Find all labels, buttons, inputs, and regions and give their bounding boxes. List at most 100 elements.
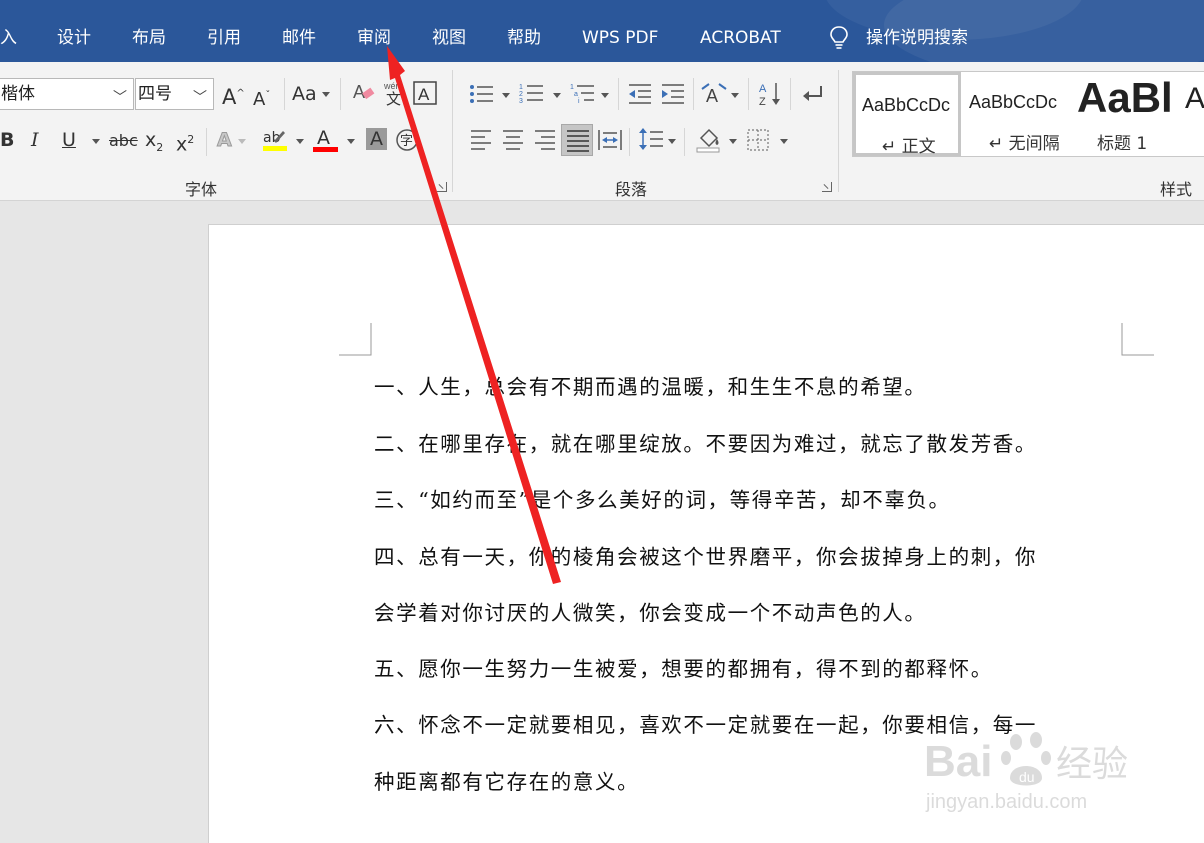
paragraph-line[interactable]: 五、愿你一生努力一生被爱，想要的都拥有，得不到的都释怀。 bbox=[374, 652, 993, 682]
chevron-down-icon[interactable] bbox=[347, 139, 355, 144]
italic-button[interactable]: I bbox=[31, 128, 39, 152]
font-color-bar bbox=[313, 147, 338, 152]
font-dialog-launcher-icon[interactable] bbox=[437, 182, 447, 192]
paragraph-line[interactable]: 三、“如约而至”是个多么美好的词，等得辛苦，却不辜负。 bbox=[374, 483, 951, 513]
tab-references[interactable]: 引用 bbox=[207, 27, 241, 49]
borders-icon[interactable] bbox=[746, 128, 770, 152]
chevron-down-icon[interactable] bbox=[668, 139, 676, 144]
tab-insert[interactable]: 入 bbox=[0, 27, 17, 49]
chevron-down-icon[interactable] bbox=[296, 139, 304, 144]
paragraph-line[interactable]: 二、在哪里存在，就在哪里绽放。不要因为难过，就忘了散发芳香。 bbox=[374, 427, 1037, 457]
tab-wps-pdf[interactable]: WPS PDF bbox=[582, 27, 658, 49]
chevron-down-icon[interactable] bbox=[322, 92, 330, 97]
font-name-combobox[interactable]: 楷体 ﹀ bbox=[0, 78, 134, 110]
svg-text:1: 1 bbox=[519, 84, 523, 91]
styles-gallery[interactable]: AaBbCcDc ↵ 正文 AaBbCcDc ↵ 无间隔 AaBl 标题 1 A bbox=[852, 71, 1204, 157]
separator bbox=[790, 78, 791, 110]
tab-help[interactable]: 帮助 bbox=[507, 27, 541, 49]
align-right-icon[interactable] bbox=[533, 128, 557, 152]
style-sample: A bbox=[1185, 82, 1204, 115]
separator bbox=[748, 78, 749, 110]
show-paragraph-marks-icon[interactable] bbox=[799, 82, 825, 106]
tab-review[interactable]: 审阅 bbox=[357, 27, 391, 49]
justify-icon bbox=[567, 130, 589, 152]
style-sample: AaBl bbox=[1077, 74, 1173, 121]
style-name: 标题 1 bbox=[1097, 134, 1148, 154]
chevron-down-icon[interactable] bbox=[601, 93, 609, 98]
grow-font-button[interactable]: A^ bbox=[222, 82, 245, 109]
superscript-button[interactable]: x2 bbox=[176, 128, 194, 156]
multilevel-list-icon[interactable]: 1 a i bbox=[570, 81, 596, 107]
paragraph-line[interactable]: 会学着对你讨厌的人微笑，你会变成一个不动声色的人。 bbox=[374, 596, 927, 626]
svg-text:Z: Z bbox=[759, 96, 766, 108]
separator bbox=[284, 78, 285, 110]
svg-text:A: A bbox=[706, 86, 718, 106]
distributed-icon[interactable] bbox=[598, 128, 622, 152]
font-color-button[interactable]: A bbox=[313, 126, 339, 154]
separator bbox=[684, 128, 685, 156]
increase-indent-icon[interactable] bbox=[660, 82, 686, 106]
align-center-icon[interactable] bbox=[501, 128, 525, 152]
style-name: ↵ 正文 bbox=[882, 137, 936, 157]
line-spacing-icon[interactable] bbox=[638, 127, 664, 153]
group-separator bbox=[838, 70, 839, 192]
chevron-down-icon[interactable] bbox=[238, 139, 246, 144]
tell-me-search[interactable]: 操作说明搜索 bbox=[866, 27, 968, 49]
tab-mailings[interactable]: 邮件 bbox=[282, 27, 316, 49]
text-highlight-button[interactable]: ab bbox=[263, 126, 289, 154]
tab-design[interactable]: 设计 bbox=[57, 27, 91, 49]
chevron-down-icon[interactable] bbox=[729, 139, 737, 144]
separator bbox=[618, 78, 619, 110]
paragraph-line[interactable]: 种距离都有它存在的意义。 bbox=[374, 765, 639, 795]
tab-layout[interactable]: 布局 bbox=[132, 27, 166, 49]
svg-text:1: 1 bbox=[570, 84, 574, 91]
watermark-brand: Bai bbox=[924, 737, 992, 786]
style-normal[interactable]: AaBbCcDc ↵ 正文 bbox=[853, 72, 961, 156]
paragraph-dialog-launcher-icon[interactable] bbox=[822, 182, 832, 192]
subscript-button[interactable]: x2 bbox=[145, 128, 163, 160]
character-border-icon[interactable]: A bbox=[413, 81, 437, 105]
bullets-icon[interactable] bbox=[469, 82, 495, 106]
ribbon-tab-bar: 入 设计 布局 引用 邮件 审阅 视图 帮助 WPS PDF ACROBAT 操… bbox=[0, 0, 1204, 62]
svg-text:A: A bbox=[759, 83, 767, 95]
shrink-font-button[interactable]: Aˇ bbox=[253, 84, 270, 112]
chevron-down-icon[interactable] bbox=[502, 93, 510, 98]
paragraph-line[interactable]: 四、总有一天，你的棱角会被这个世界磨平，你会拔掉身上的刺，你 bbox=[374, 540, 1037, 570]
sort-icon[interactable]: A Z bbox=[758, 80, 784, 108]
chevron-down-icon[interactable]: ﹀ bbox=[193, 83, 207, 109]
paragraph-line[interactable]: 一、人生，总会有不期而遇的温暖，和生生不息的希望。 bbox=[374, 370, 927, 400]
bold-button[interactable]: B bbox=[0, 128, 14, 152]
tab-acrobat[interactable]: ACROBAT bbox=[700, 27, 781, 49]
change-case-button[interactable]: Aa bbox=[292, 82, 317, 106]
align-left-icon[interactable] bbox=[469, 128, 493, 152]
separator bbox=[629, 128, 630, 156]
margin-corner-mark bbox=[1121, 323, 1154, 356]
tab-view[interactable]: 视图 bbox=[432, 27, 466, 49]
underline-button[interactable]: U bbox=[62, 128, 76, 152]
group-label-styles: 样式 bbox=[1160, 180, 1193, 199]
clear-formatting-icon[interactable]: A bbox=[352, 80, 376, 106]
style-no-spacing[interactable]: AaBbCcDc ↵ 无间隔 bbox=[963, 72, 1071, 156]
separator bbox=[206, 128, 207, 156]
phonetic-guide-icon[interactable]: wén 文 bbox=[384, 80, 406, 106]
chevron-down-icon[interactable] bbox=[553, 93, 561, 98]
group-label-paragraph: 段落 bbox=[615, 180, 648, 199]
style-heading-2[interactable]: A bbox=[1183, 72, 1204, 156]
decrease-indent-icon[interactable] bbox=[627, 82, 653, 106]
numbering-icon[interactable]: 1 2 3 bbox=[519, 81, 545, 107]
character-shading-button[interactable]: A bbox=[366, 128, 387, 150]
chevron-down-icon[interactable] bbox=[780, 139, 788, 144]
shading-bucket-icon[interactable] bbox=[695, 126, 723, 154]
asian-layout-icon[interactable]: A bbox=[701, 81, 727, 107]
justify-button[interactable] bbox=[561, 124, 593, 156]
enclose-characters-icon[interactable]: 字 bbox=[395, 128, 419, 152]
chevron-down-icon[interactable] bbox=[92, 139, 100, 144]
chevron-down-icon[interactable]: ﹀ bbox=[113, 83, 127, 109]
text-effects-button[interactable]: A bbox=[217, 128, 233, 152]
lightbulb-icon[interactable] bbox=[828, 25, 850, 51]
style-heading-1[interactable]: AaBl 标题 1 bbox=[1073, 72, 1181, 156]
strikethrough-button[interactable]: abc bbox=[109, 129, 138, 153]
chevron-down-icon[interactable] bbox=[731, 93, 739, 98]
font-size-combobox[interactable]: 四号 ﹀ bbox=[135, 78, 214, 110]
highlighter-pen-icon bbox=[274, 131, 285, 143]
